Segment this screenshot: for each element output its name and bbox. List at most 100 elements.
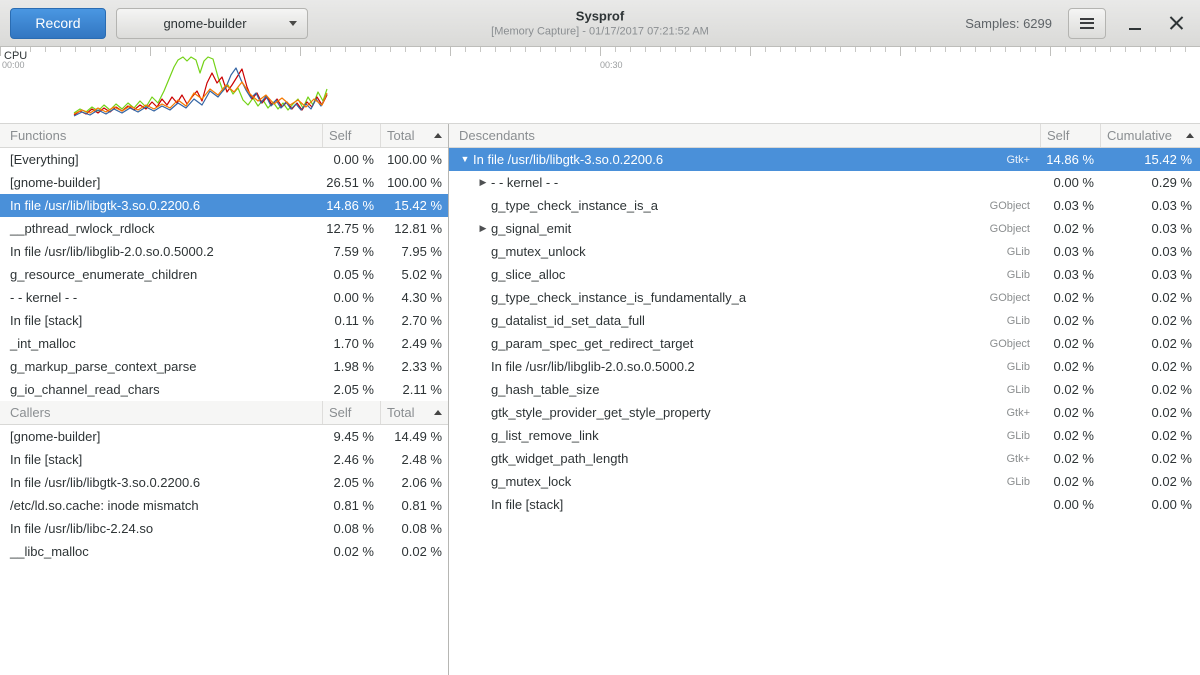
table-row[interactable]: g_hash_table_sizeGLib0.02 %0.02 %	[449, 378, 1200, 401]
table-row[interactable]: g_markup_parse_context_parse1.98 %2.33 %	[0, 355, 448, 378]
table-row[interactable]: [gnome-builder]9.45 %14.49 %	[0, 425, 448, 448]
header-right-controls: Samples: 6299	[965, 8, 1190, 39]
total-value: 14.49 %	[380, 429, 448, 444]
self-value: 2.05 %	[322, 382, 380, 397]
cumulative-value: 0.03 %	[1100, 198, 1200, 213]
table-row[interactable]: g_list_remove_linkGLib0.02 %0.02 %	[449, 424, 1200, 447]
close-button[interactable]	[1164, 10, 1190, 36]
library-badge: GLib	[999, 361, 1040, 373]
column-header-self[interactable]: Self	[322, 401, 380, 424]
self-value: 0.02 %	[1040, 474, 1100, 489]
table-row[interactable]: g_resource_enumerate_children0.05 %5.02 …	[0, 263, 448, 286]
column-header-self[interactable]: Self	[1040, 124, 1100, 147]
profile-panes: Functions Self Total [Everything]0.00 %1…	[0, 124, 1200, 675]
function-name-cell: ▼In file /usr/lib/libgtk-3.so.0.2200.6Gt…	[449, 148, 1040, 171]
table-row[interactable]: g_type_check_instance_is_aGObject0.03 %0…	[449, 194, 1200, 217]
cumulative-value: 0.03 %	[1100, 244, 1200, 259]
minimize-icon	[1129, 28, 1141, 30]
cpu-usage-chart	[0, 47, 1200, 124]
table-row[interactable]: gtk_style_provider_get_style_propertyGtk…	[449, 401, 1200, 424]
table-row[interactable]: In file [stack]0.00 %0.00 %	[449, 493, 1200, 516]
total-value: 12.81 %	[380, 221, 448, 236]
library-badge: GObject	[982, 223, 1040, 235]
library-badge: Gtk+	[998, 154, 1040, 166]
column-header-descendants[interactable]: Descendants	[449, 124, 1040, 147]
table-row[interactable]: g_datalist_id_set_data_fullGLib0.02 %0.0…	[449, 309, 1200, 332]
cumulative-value: 0.02 %	[1100, 405, 1200, 420]
function-name-cell: g_hash_table_sizeGLib	[449, 382, 1040, 397]
table-row[interactable]: g_io_channel_read_chars2.05 %2.11 %	[0, 378, 448, 401]
self-value: 2.05 %	[322, 475, 380, 490]
menu-button[interactable]	[1068, 8, 1106, 39]
self-value: 0.02 %	[1040, 313, 1100, 328]
function-name: In file [stack]	[491, 497, 563, 512]
library-badge: GLib	[999, 269, 1040, 281]
table-row[interactable]: [gnome-builder]26.51 %100.00 %	[0, 171, 448, 194]
table-row[interactable]: __libc_malloc0.02 %0.02 %	[0, 540, 448, 563]
function-name: In file /usr/lib/libglib-2.0.so.0.5000.2	[0, 244, 322, 259]
table-row[interactable]: g_param_spec_get_redirect_targetGObject0…	[449, 332, 1200, 355]
cpu-graph-area[interactable]: CPU 00:00 00:30	[0, 47, 1200, 124]
hamburger-icon	[1080, 18, 1094, 29]
cumulative-value: 0.02 %	[1100, 313, 1200, 328]
expander-open-icon[interactable]: ▼	[457, 148, 473, 171]
function-name-cell: g_list_remove_linkGLib	[449, 428, 1040, 443]
function-name-cell: g_mutex_lockGLib	[449, 474, 1040, 489]
cumulative-value: 0.03 %	[1100, 221, 1200, 236]
table-row[interactable]: gtk_widget_path_lengthGtk+0.02 %0.02 %	[449, 447, 1200, 470]
self-value: 1.98 %	[322, 359, 380, 374]
table-row[interactable]: - - kernel - -0.00 %4.30 %	[0, 286, 448, 309]
total-value: 0.02 %	[380, 544, 448, 559]
table-row[interactable]: In file /usr/lib/libc-2.24.so0.08 %0.08 …	[0, 517, 448, 540]
table-row[interactable]: g_mutex_unlockGLib0.03 %0.03 %	[449, 240, 1200, 263]
self-value: 0.02 %	[1040, 451, 1100, 466]
self-value: 0.02 %	[1040, 382, 1100, 397]
table-row[interactable]: ▼In file /usr/lib/libgtk-3.so.0.2200.6Gt…	[449, 148, 1200, 171]
table-row[interactable]: In file /usr/lib/libgtk-3.so.0.2200.614.…	[0, 194, 448, 217]
column-header-total[interactable]: Total	[380, 124, 448, 147]
chevron-down-icon	[289, 21, 297, 26]
table-row[interactable]: In file [stack]0.11 %2.70 %	[0, 309, 448, 332]
table-row[interactable]: [Everything]0.00 %100.00 %	[0, 148, 448, 171]
column-header-total[interactable]: Total	[380, 401, 448, 424]
column-header-callers[interactable]: Callers	[0, 401, 322, 424]
cumulative-value: 0.02 %	[1100, 290, 1200, 305]
table-row[interactable]: _int_malloc1.70 %2.49 %	[0, 332, 448, 355]
function-name: - - kernel - -	[491, 175, 558, 190]
function-name: g_hash_table_size	[491, 382, 599, 397]
minimize-button[interactable]	[1122, 10, 1148, 36]
total-value: 2.48 %	[380, 452, 448, 467]
process-selector-dropdown[interactable]: gnome-builder	[116, 8, 308, 39]
total-value: 100.00 %	[380, 175, 448, 190]
table-row[interactable]: ▶- - kernel - -0.00 %0.29 %	[449, 171, 1200, 194]
callers-table-body: [gnome-builder]9.45 %14.49 %In file [sta…	[0, 425, 448, 563]
cumulative-value: 0.29 %	[1100, 175, 1200, 190]
table-row[interactable]: In file [stack]2.46 %2.48 %	[0, 448, 448, 471]
expander-closed-icon[interactable]: ▶	[475, 171, 491, 194]
function-name: __pthread_rwlock_rdlock	[0, 221, 322, 236]
total-value: 2.11 %	[380, 382, 448, 397]
table-row[interactable]: ▶g_signal_emitGObject0.02 %0.03 %	[449, 217, 1200, 240]
table-row[interactable]: In file /usr/lib/libgtk-3.so.0.2200.62.0…	[0, 471, 448, 494]
table-row[interactable]: /etc/ld.so.cache: inode mismatch0.81 %0.…	[0, 494, 448, 517]
table-row[interactable]: In file /usr/lib/libglib-2.0.so.0.5000.2…	[449, 355, 1200, 378]
functions-pane: Functions Self Total [Everything]0.00 %1…	[0, 124, 448, 401]
function-name-cell: g_mutex_unlockGLib	[449, 244, 1040, 259]
function-name-cell: g_param_spec_get_redirect_targetGObject	[449, 336, 1040, 351]
record-button[interactable]: Record	[10, 8, 106, 39]
descendants-table-body: ▼In file /usr/lib/libgtk-3.so.0.2200.6Gt…	[449, 148, 1200, 516]
library-badge: GLib	[999, 315, 1040, 327]
function-name: [gnome-builder]	[0, 429, 322, 444]
table-row[interactable]: g_type_check_instance_is_fundamentally_a…	[449, 286, 1200, 309]
table-row[interactable]: g_mutex_lockGLib0.02 %0.02 %	[449, 470, 1200, 493]
table-row[interactable]: In file /usr/lib/libglib-2.0.so.0.5000.2…	[0, 240, 448, 263]
expander-closed-icon[interactable]: ▶	[475, 217, 491, 240]
column-header-cumulative[interactable]: Cumulative	[1100, 124, 1200, 147]
column-header-self[interactable]: Self	[322, 124, 380, 147]
function-name-cell: g_datalist_id_set_data_fullGLib	[449, 313, 1040, 328]
library-badge: GLib	[999, 476, 1040, 488]
column-header-functions[interactable]: Functions	[0, 124, 322, 147]
table-row[interactable]: __pthread_rwlock_rdlock12.75 %12.81 %	[0, 217, 448, 240]
table-row[interactable]: g_slice_allocGLib0.03 %0.03 %	[449, 263, 1200, 286]
self-value: 0.03 %	[1040, 244, 1100, 259]
